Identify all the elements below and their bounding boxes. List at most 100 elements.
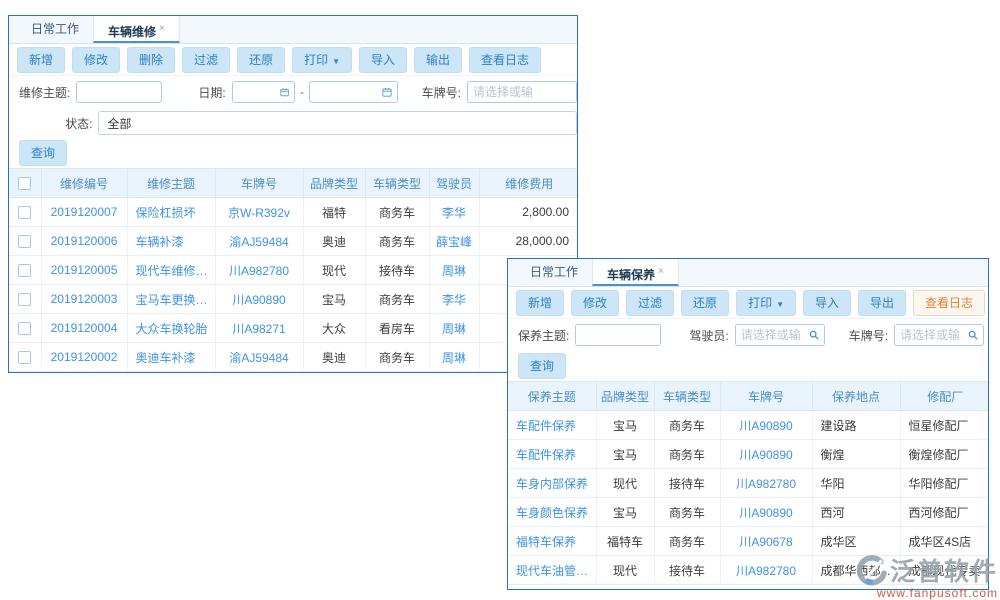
cell-link[interactable]: 薛宝峰 [429, 227, 479, 256]
cell-link[interactable]: 川A90678 [720, 527, 812, 556]
toolbar-button-delete[interactable]: 删除 [127, 47, 175, 73]
magnifier-icon[interactable] [968, 329, 978, 341]
driver-field[interactable] [741, 328, 806, 342]
row-checkbox[interactable] [18, 322, 31, 335]
date-to-input[interactable] [309, 81, 398, 103]
cell-text: 现代 [596, 469, 654, 498]
watermark-brand: 泛普软件 [890, 552, 998, 588]
cell-link[interactable]: 2019120003 [41, 285, 127, 314]
cell-text: 衡煌修配厂 [900, 440, 989, 469]
date-from-input[interactable] [232, 81, 295, 103]
vehicle-repair-window: 日常工作车辆维修× 新增修改删除过滤还原打印▼导入输出查看日志 维修主题: 日期… [8, 15, 578, 373]
toolbar-button-view-log[interactable]: 查看日志 [913, 290, 985, 316]
repair-query-button[interactable]: 查询 [19, 140, 67, 166]
cell-link[interactable]: 川A90890 [720, 498, 812, 527]
date-from-field[interactable] [238, 85, 277, 99]
cell-text: 2,800.00 [479, 198, 578, 227]
calendar-icon[interactable] [280, 86, 289, 98]
cell-link[interactable]: 周琳 [429, 314, 479, 343]
cell-link[interactable]: 车辆补漆 [127, 227, 215, 256]
maint-driver-input[interactable] [735, 324, 825, 346]
cell-link[interactable]: 周琳 [429, 256, 479, 285]
cell-link[interactable]: 李华 [429, 285, 479, 314]
cell-link[interactable]: 2019120007 [41, 198, 127, 227]
cell-link[interactable]: 车身内部保养 [508, 469, 596, 498]
table-row: 车身颜色保养宝马商务车川A90890西河西河修配厂 [508, 498, 989, 527]
repair-subject-input[interactable] [76, 81, 162, 103]
column-header: 维修主题 [127, 169, 215, 198]
tab-close-icon[interactable]: × [159, 23, 165, 34]
cell-link[interactable]: 川A982780 [215, 256, 303, 285]
date-to-field[interactable] [315, 85, 379, 99]
cell-link[interactable]: 2019120005 [41, 256, 127, 285]
row-checkbox[interactable] [18, 351, 31, 364]
dropdown-caret-icon: ▼ [332, 57, 340, 66]
magnifier-icon[interactable] [809, 329, 819, 341]
cell-link[interactable]: 川A98271 [215, 314, 303, 343]
cell-text: 宝马 [303, 285, 365, 314]
table-row: 2019120004大众车换轮胎川A98271大众看房车周琳 [9, 314, 578, 343]
table-row: 2019120007保险杠损坏京W-R392v福特商务车李华2,800.00 [9, 198, 578, 227]
toolbar-button-filter[interactable]: 过滤 [182, 47, 230, 73]
plate-field[interactable] [900, 328, 965, 342]
toolbar-button-add[interactable]: 新增 [516, 290, 564, 316]
cell-text: 宝马 [596, 411, 654, 440]
cell-link[interactable]: 李华 [429, 198, 479, 227]
toolbar-button-print[interactable]: 打印▼ [736, 290, 796, 316]
cell-link[interactable]: 保险杠损坏 [127, 198, 215, 227]
cell-link[interactable]: 车配件保养 [508, 411, 596, 440]
table-row: 2019120005现代车维修发...川A982780现代接待车周琳 [9, 256, 578, 285]
cell-link[interactable]: 2019120006 [41, 227, 127, 256]
maint-plate-label: 车牌号: [849, 327, 888, 344]
toolbar-button-edit[interactable]: 修改 [571, 290, 619, 316]
select-all-checkbox[interactable] [18, 177, 31, 190]
tab-daily-work[interactable]: 日常工作 [17, 16, 93, 43]
cell-link[interactable]: 大众车换轮胎 [127, 314, 215, 343]
toolbar-button-import[interactable]: 导入 [359, 47, 407, 73]
cell-link[interactable]: 川A982780 [720, 469, 812, 498]
cell-link[interactable]: 宝马车更换雨刷 [127, 285, 215, 314]
cell-text: 衡煌 [812, 440, 900, 469]
toolbar-button-add[interactable]: 新增 [17, 47, 65, 73]
cell-link[interactable]: 福特车保养 [508, 527, 596, 556]
cell-link[interactable]: 现代车油管维修 [508, 556, 596, 585]
cell-link[interactable]: 周琳 [429, 343, 479, 372]
cell-link[interactable]: 奥迪车补漆 [127, 343, 215, 372]
cell-link[interactable]: 车配件保养 [508, 440, 596, 469]
cell-link[interactable]: 渝AJ59484 [215, 227, 303, 256]
toolbar-button-edit[interactable]: 修改 [72, 47, 120, 73]
cell-link[interactable]: 川A982780 [720, 556, 812, 585]
maint-plate-input[interactable] [894, 324, 984, 346]
tab-daily-work[interactable]: 日常工作 [516, 259, 592, 286]
cell-link[interactable]: 川A90890 [720, 411, 812, 440]
cell-link[interactable]: 2019120004 [41, 314, 127, 343]
row-checkbox[interactable] [18, 206, 31, 219]
calendar-icon[interactable] [382, 86, 392, 98]
toolbar-button-restore[interactable]: 还原 [681, 290, 729, 316]
toolbar-button-import[interactable]: 导入 [803, 290, 851, 316]
row-checkbox[interactable] [18, 235, 31, 248]
cell-link[interactable]: 川A90890 [720, 440, 812, 469]
row-checkbox[interactable] [18, 293, 31, 306]
cell-link[interactable]: 现代车维修发... [127, 256, 215, 285]
tab-vehicle-maintenance[interactable]: 车辆保养× [592, 259, 679, 286]
toolbar-button-filter[interactable]: 过滤 [626, 290, 674, 316]
repair-plate-input[interactable] [467, 81, 577, 103]
toolbar-button-output[interactable]: 输出 [414, 47, 462, 73]
cell-link[interactable]: 川A90890 [215, 285, 303, 314]
toolbar-button-view-log[interactable]: 查看日志 [469, 47, 541, 73]
maint-subject-input[interactable] [575, 324, 661, 346]
tab-close-icon[interactable]: × [658, 266, 664, 277]
cell-link[interactable]: 京W-R392v [215, 198, 303, 227]
row-checkbox[interactable] [18, 264, 31, 277]
repair-toolbar: 新增修改删除过滤还原打印▼ 导入输出查看日志 [9, 44, 577, 76]
tab-vehicle-repair[interactable]: 车辆维修× [93, 16, 180, 43]
cell-link[interactable]: 2019120002 [41, 343, 127, 372]
toolbar-button-restore[interactable]: 还原 [237, 47, 285, 73]
repair-status-select[interactable]: 全部 [98, 111, 577, 135]
cell-link[interactable]: 渝AJ59484 [215, 343, 303, 372]
toolbar-button-print[interactable]: 打印▼ [292, 47, 352, 73]
toolbar-button-export[interactable]: 导出 [858, 290, 906, 316]
cell-link[interactable]: 车身颜色保养 [508, 498, 596, 527]
maint-query-button[interactable]: 查询 [518, 353, 566, 379]
